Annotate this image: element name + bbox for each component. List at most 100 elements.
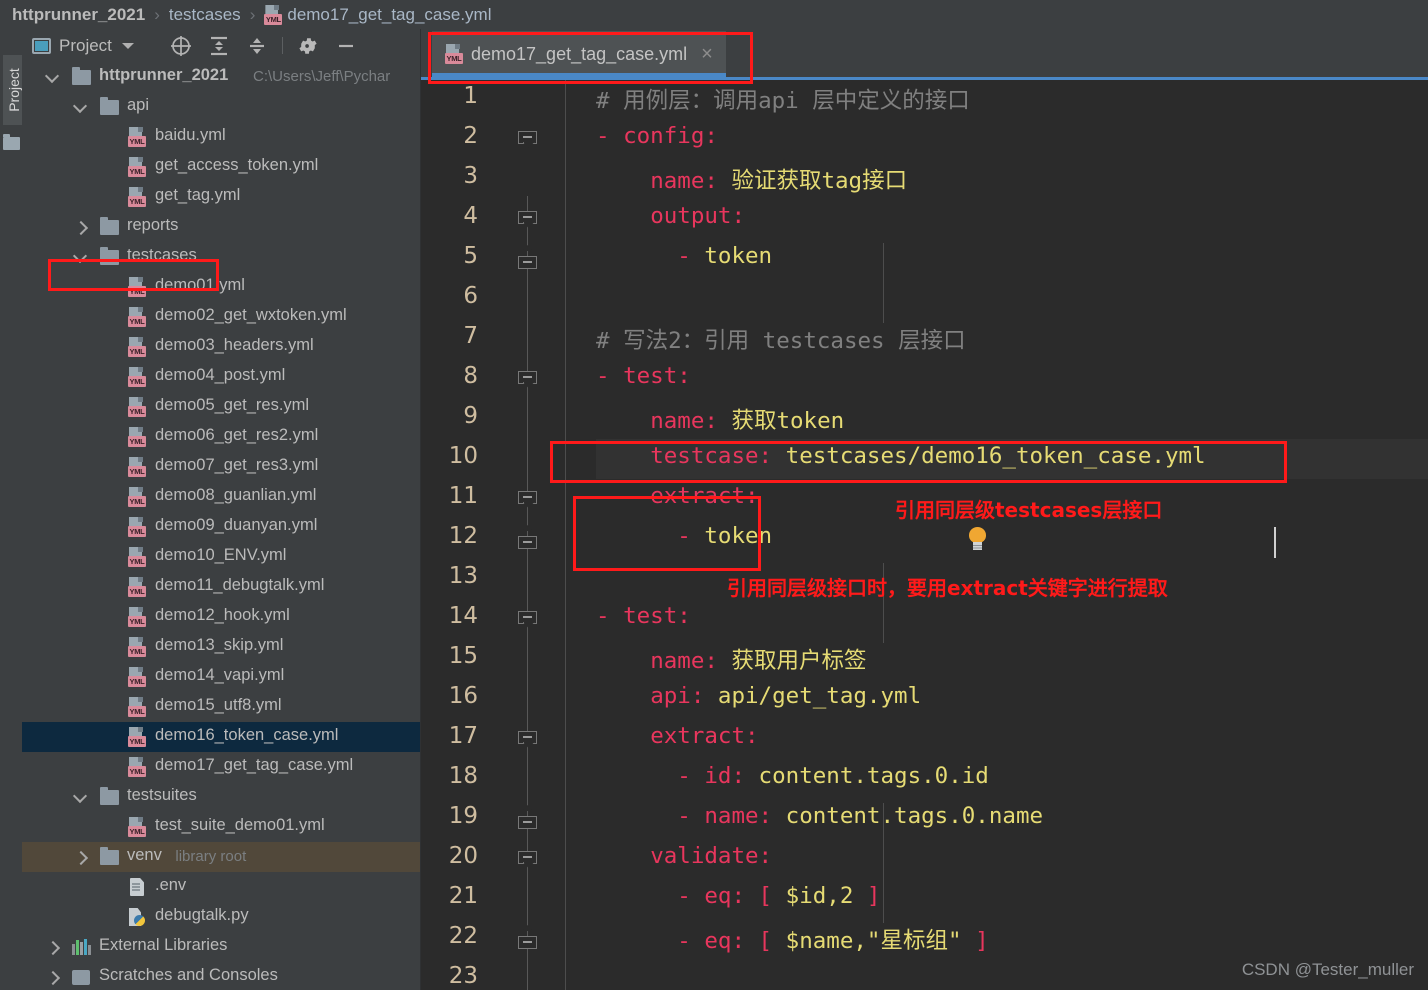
tree-row[interactable]: .env (22, 872, 420, 902)
testcases-folder-highlight (48, 259, 219, 291)
breadcrumb-item-testcases[interactable]: testcases (169, 5, 241, 25)
yml-file-icon: YML (128, 397, 146, 417)
project-tree[interactable]: httprunner_2021 C:\Users\Jeff\Pychar api YM… (22, 62, 420, 990)
scratches-icon (72, 970, 90, 985)
tree-row[interactable]: YML demo10_ENV.yml (22, 542, 420, 572)
hide-panel-icon[interactable] (327, 33, 365, 59)
yml-file-icon: YML (128, 457, 146, 477)
yml-file-icon: YML (128, 727, 146, 747)
tree-row[interactable]: venv library root (22, 842, 420, 872)
tree-row-label: demo11_debugtalk.yml (155, 576, 325, 594)
project-panel: Project httprunner_2021 C:\Users\Jeff\Py… (22, 29, 421, 990)
tree-row[interactable]: api (22, 92, 420, 122)
yml-file-icon: YML (128, 127, 146, 147)
expand-all-icon[interactable] (200, 33, 238, 59)
tree-row[interactable]: YML demo05_get_res.yml (22, 392, 420, 422)
chevron-down-icon[interactable] (72, 98, 88, 114)
yml-file-icon: YML (128, 187, 146, 207)
tree-row[interactable]: YML test_suite_demo01.yml (22, 812, 420, 842)
tree-row[interactable]: YML demo13_skip.yml (22, 632, 420, 662)
tree-row[interactable]: YML demo14_vapi.yml (22, 662, 420, 692)
tree-row[interactable]: testsuites (22, 782, 420, 812)
tree-row[interactable]: YML demo11_debugtalk.yml (22, 572, 420, 602)
tree-row-label: demo10_ENV.yml (155, 546, 287, 564)
code-line: # 写法2：引用 testcases 层接口 (596, 328, 966, 354)
tree-row[interactable]: YML demo16_token_case.yml (22, 722, 420, 752)
tree-row[interactable]: YML demo02_get_wxtoken.yml (22, 302, 420, 332)
yml-file-icon: YML (128, 517, 146, 537)
chevron-down-icon[interactable] (44, 68, 60, 84)
tree-row-label: test_suite_demo01.yml (155, 816, 325, 834)
annotation-text-1: 引用同层级testcases层接口 (895, 498, 1163, 522)
tree-row[interactable]: YML baidu.yml (22, 122, 420, 152)
tree-row[interactable]: debugtalk.py (22, 902, 420, 932)
tree-row-secondary: C:\Users\Jeff\Pychar (253, 68, 391, 85)
lightbulb-icon[interactable] (967, 527, 989, 553)
yml-file-icon: YML (128, 337, 146, 357)
yml-file-icon: YML (128, 457, 146, 477)
code-line: # 用例层：调用api 层中定义的接口 (596, 88, 970, 114)
chevron-right-icon[interactable] (45, 940, 61, 956)
chevron-right-icon[interactable] (73, 220, 89, 236)
tree-row[interactable]: reports (22, 212, 420, 242)
breadcrumb-item-project[interactable]: httprunner_2021 (12, 5, 145, 25)
chevron-right-icon[interactable] (45, 970, 61, 986)
extract-block-highlight (573, 496, 761, 571)
settings-gear-icon[interactable] (289, 33, 327, 59)
tree-row[interactable]: YML demo07_get_res3.yml (22, 452, 420, 482)
project-panel-title: Project (59, 35, 112, 55)
code-line: extract: (650, 723, 759, 749)
yml-file-icon: YML (128, 367, 146, 387)
project-view-icon (32, 37, 51, 54)
code-line: - name: content.tags.0.name (677, 803, 1044, 829)
tree-row[interactable]: YML get_access_token.yml (22, 152, 420, 182)
tree-row-label: venv (127, 846, 162, 864)
code-line: - token (677, 243, 773, 269)
tree-row-label: reports (127, 216, 179, 234)
tree-row[interactable]: External Libraries (22, 932, 420, 962)
tree-row-label: demo08_guanlian.yml (155, 486, 317, 504)
yml-file-icon: YML (128, 667, 146, 687)
tree-row[interactable]: YML demo04_post.yml (22, 362, 420, 392)
tree-row[interactable]: httprunner_2021 C:\Users\Jeff\Pychar (22, 62, 420, 92)
yml-file-icon: YML (128, 817, 146, 837)
chevron-right-icon[interactable] (73, 850, 89, 866)
yml-file-icon: YML (128, 307, 146, 327)
chevron-down-icon[interactable] (72, 788, 88, 804)
tree-row-label: demo15_utf8.yml (155, 696, 282, 714)
tree-row[interactable]: YML demo17_get_tag_case.yml (22, 752, 420, 782)
tree-row-label: demo05_get_res.yml (155, 396, 310, 414)
yml-file-icon: YML (128, 757, 146, 777)
yml-file-icon: YML (128, 187, 146, 207)
yml-file-icon: YML (128, 127, 146, 147)
yml-file-icon: YML (128, 547, 146, 567)
tree-row[interactable]: YML demo08_guanlian.yml (22, 482, 420, 512)
breadcrumb-item-file[interactable]: demo17_get_tag_case.yml (287, 5, 491, 25)
folder-icon (100, 96, 119, 115)
tree-row[interactable]: YML demo03_headers.yml (22, 332, 420, 362)
code-line: name: 获取token (650, 408, 845, 434)
tree-row-label: demo13_skip.yml (155, 636, 284, 654)
tree-row-label: get_access_token.yml (155, 156, 319, 174)
code-line: - id: content.tags.0.id (677, 763, 989, 789)
tree-row[interactable]: Scratches and Consoles (22, 962, 420, 990)
tree-row-label: demo07_get_res3.yml (155, 456, 319, 474)
tree-row[interactable]: YML demo15_utf8.yml (22, 692, 420, 722)
locate-target-icon[interactable] (162, 33, 200, 59)
yml-file-icon: YML (128, 667, 146, 687)
yml-file-icon: YML (264, 4, 283, 25)
tree-row-secondary: library root (175, 848, 247, 865)
annotation-text-2: 引用同层级接口时，要用extract关键字进行提取 (727, 576, 1168, 600)
chevron-down-icon[interactable] (121, 42, 134, 49)
tree-row[interactable]: YML demo12_hook.yml (22, 602, 420, 632)
breadcrumb-separator: › (249, 4, 256, 24)
tree-row[interactable]: YML demo09_duanyan.yml (22, 512, 420, 542)
tree-row[interactable]: YML get_tag.yml (22, 182, 420, 212)
yml-file-icon: YML (128, 157, 146, 177)
breadcrumb-separator: › (154, 4, 160, 24)
collapse-all-icon[interactable] (238, 33, 276, 59)
tree-row-label: baidu.yml (155, 126, 226, 144)
text-caret (1274, 527, 1276, 558)
tree-row[interactable]: YML demo06_get_res2.yml (22, 422, 420, 452)
tree-row-label: demo14_vapi.yml (155, 666, 285, 684)
